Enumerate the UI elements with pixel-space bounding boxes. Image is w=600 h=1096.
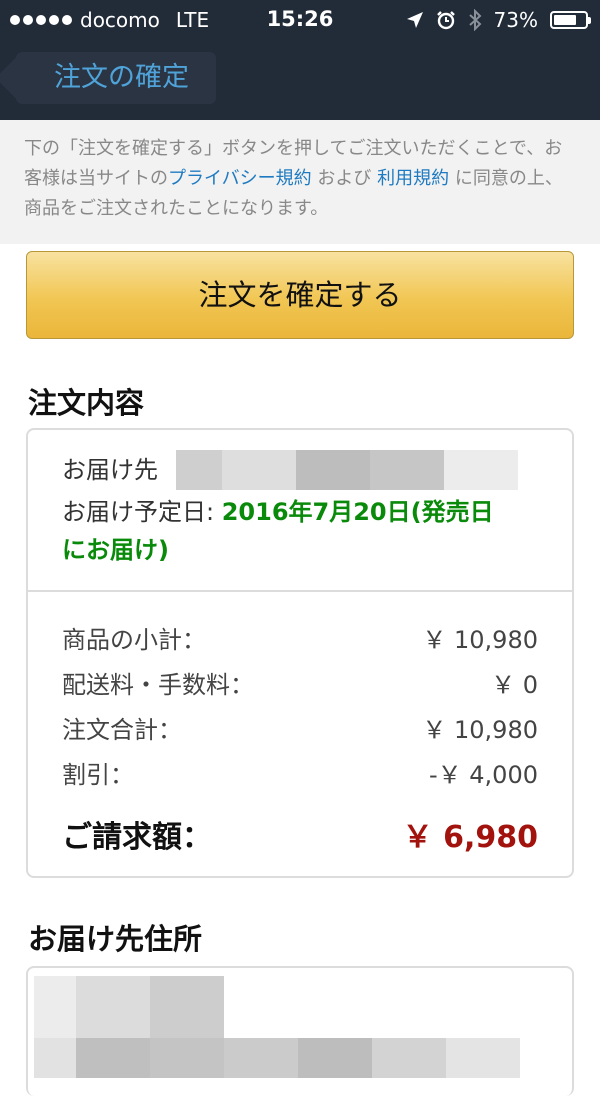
status-bar: docomo LTE 15:26 73% xyxy=(0,0,600,40)
subtotal-label: 商品の小計： xyxy=(62,626,206,654)
shipping-amount: ￥ 0 xyxy=(491,671,538,699)
discount-label: 割引： xyxy=(62,761,134,789)
order-total-amount: ￥ 10,980 xyxy=(422,716,538,744)
shipping-label: 配送料・手数料： xyxy=(62,671,254,699)
delivery-date-row: お届け予定日: 2016年7月20日(発売日 xyxy=(62,492,494,527)
delivery-date-value: 2016年7月20日(発売日 xyxy=(221,498,494,526)
shipping-address-title: お届け先住所 xyxy=(28,922,203,956)
discount-amount: -￥ 4,000 xyxy=(429,761,538,789)
divider xyxy=(28,590,572,592)
shipping-address-box xyxy=(26,966,574,1096)
back-button-label: 注文の確定 xyxy=(54,62,189,93)
delivery-date-value-cont: にお届け) xyxy=(62,536,169,564)
confirm-order-button[interactable]: 注文を確定する xyxy=(26,251,574,339)
ship-to-name-redacted xyxy=(176,450,518,490)
address-redacted xyxy=(34,976,520,1078)
privacy-policy-link[interactable]: プライバシー規約 xyxy=(168,168,312,189)
alarm-clock-icon xyxy=(436,11,455,30)
grand-total-label: ご請求額： xyxy=(62,820,212,855)
location-arrow-icon xyxy=(406,12,423,28)
order-summary-box: お届け先 お届け予定日: 2016年7月20日(発売日 にお届け) 商品の小計：… xyxy=(26,428,574,878)
order-contents-title: 注文内容 xyxy=(28,386,145,420)
delivery-date-label: お届け予定日: xyxy=(62,498,222,526)
bluetooth-icon xyxy=(468,9,481,31)
battery-percent: 73% xyxy=(493,8,538,32)
battery-icon xyxy=(550,11,591,29)
battery-fill xyxy=(554,15,576,25)
subtotal-amount: ￥ 10,980 xyxy=(422,626,538,654)
order-total-label: 注文合計： xyxy=(62,716,182,744)
top-bar: docomo LTE 15:26 73% 注文の確定 xyxy=(0,0,600,120)
terms-of-use-link[interactable]: 利用規約 xyxy=(377,168,449,189)
back-button[interactable]: 注文の確定 xyxy=(16,52,216,104)
grand-total-amount: ￥ 6,980 xyxy=(402,820,538,855)
legal-notice: 下の「注文を確定する」ボタンを押してご注文いただくことで、お客様は当サイトのプラ… xyxy=(0,120,600,244)
notice-text-2: および xyxy=(311,168,378,189)
ship-to-label: お届け先 xyxy=(62,456,158,484)
